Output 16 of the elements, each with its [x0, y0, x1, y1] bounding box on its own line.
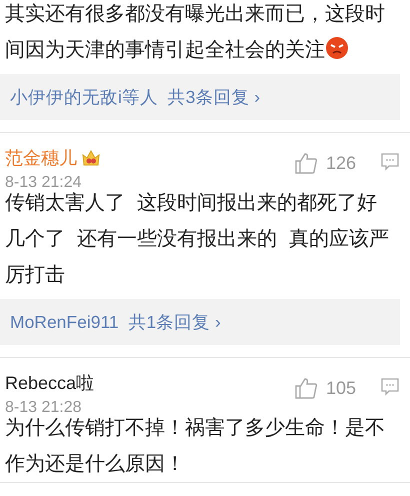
username[interactable]: 范金穗儿 [5, 147, 77, 169]
crown-icon [81, 149, 101, 167]
like-count: 105 [326, 377, 356, 400]
thumbs-up-icon[interactable] [294, 376, 318, 400]
timestamp: 8-13 21:28 [5, 398, 83, 418]
like-count: 126 [326, 152, 356, 175]
reply-summary[interactable]: MoRenFei911 共1条回复 › [0, 299, 400, 345]
comment-icon[interactable] [380, 376, 400, 396]
thumbs-up-icon[interactable] [294, 151, 318, 175]
comment-icon[interactable] [380, 151, 400, 171]
reply-summary[interactable]: 小伊伊的无敌i等人 共3条回复 › [0, 74, 400, 120]
comment-text: 为什么传销打不掉！祸害了多少生命！是不作为还是什么原因！ [5, 416, 386, 477]
timestamp: 8-13 21:24 [5, 173, 83, 192]
comment-text: 传销太害人了 这段时间报出来的都死了好几个了 还有一些没有报出来的 真的应该严厉打击 [5, 191, 390, 288]
comment-text: 其实还有很多都没有曝光出来而已，这段时间因为天津的事情引起全社会的关注 [5, 3, 385, 61]
username[interactable]: Rebecca啦 [5, 372, 94, 394]
